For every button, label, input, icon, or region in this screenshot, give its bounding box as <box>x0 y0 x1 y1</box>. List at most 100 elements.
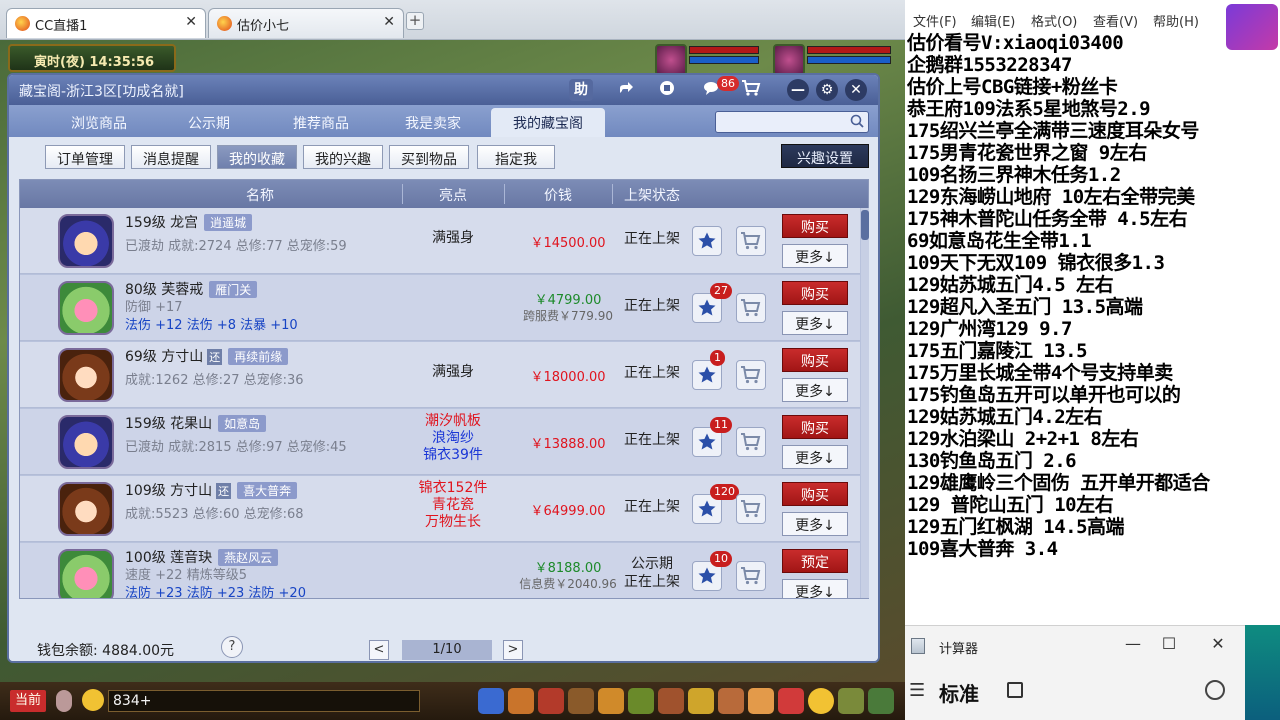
more-button[interactable]: 更多↓ <box>782 311 848 335</box>
tab-my-pavilion[interactable]: 我的藏宝阁 <box>491 108 605 137</box>
more-button[interactable]: 更多↓ <box>782 445 848 469</box>
team-icon[interactable] <box>628 688 654 714</box>
minimize-icon[interactable]: — <box>1123 634 1143 653</box>
emoji-icon[interactable] <box>82 689 104 711</box>
tab-designated-me[interactable]: 指定我 <box>477 145 555 169</box>
help-button[interactable]: 助 <box>569 79 593 101</box>
buy-button[interactable]: 购买 <box>782 348 848 372</box>
help-question-icon[interactable]: ? <box>221 636 243 658</box>
more-button[interactable]: 更多↓ <box>782 244 848 268</box>
new-tab-button[interactable]: + <box>406 12 424 30</box>
buy-button[interactable]: 购买 <box>782 415 848 439</box>
prev-page-button[interactable]: < <box>369 640 389 660</box>
search-input[interactable] <box>716 112 844 132</box>
menu-file[interactable]: 文件(F) <box>913 11 957 30</box>
equipment-icon[interactable] <box>538 688 564 714</box>
mount-icon[interactable] <box>478 688 504 714</box>
item-stats: 已渡劫 成就:2815 总修:97 总宠修:45 <box>125 440 347 455</box>
friends-icon[interactable] <box>688 688 714 714</box>
trade-icon[interactable] <box>718 688 744 714</box>
character-avatar[interactable] <box>58 214 114 268</box>
menu-edit[interactable]: 编辑(E) <box>971 11 1015 30</box>
tab-message-reminder[interactable]: 消息提醒 <box>131 145 211 169</box>
stop-icon[interactable] <box>655 79 679 101</box>
pet-avatar[interactable] <box>655 44 687 76</box>
tab-purchased[interactable]: 买到物品 <box>389 145 469 169</box>
sub-tabs: 订单管理 消息提醒 我的收藏 我的兴趣 买到物品 指定我 兴趣设置 <box>9 137 878 177</box>
browser-tab-appraisal[interactable]: 估价小七 ✕ <box>208 8 404 38</box>
reserve-button[interactable]: 预定 <box>782 549 848 573</box>
tab-order-management[interactable]: 订单管理 <box>45 145 125 169</box>
tab-public-period[interactable]: 公示期 <box>159 108 259 137</box>
settings-gear-icon[interactable]: ⚙ <box>816 79 838 101</box>
minimize-icon[interactable]: — <box>787 79 809 101</box>
activity-icon[interactable] <box>778 688 804 714</box>
table-row[interactable]: 159级 龙宫 逍遥城 已渡劫 成就:2724 总修:77 总宠修:59 满强身 … <box>20 208 860 274</box>
close-icon[interactable]: ✕ <box>845 79 867 101</box>
history-icon[interactable] <box>1205 680 1225 700</box>
microphone-icon[interactable] <box>56 690 72 712</box>
table-row[interactable]: 69级 方寸山还再续前缘 成就:1262 总修:27 总宠修:36 满强身 ￥1… <box>20 342 860 408</box>
table-row[interactable]: 109级 方寸山还喜大普奔 成就:5523 总修:60 总宠修:68 锦衣152… <box>20 476 860 542</box>
character-avatar[interactable] <box>58 482 114 536</box>
menu-view[interactable]: 查看(V) <box>1093 11 1138 30</box>
system-icon[interactable] <box>838 688 864 714</box>
menu-help[interactable]: 帮助(H) <box>1153 11 1199 30</box>
hamburger-menu-icon[interactable]: ☰ <box>909 680 925 701</box>
add-to-cart-icon[interactable] <box>736 226 766 256</box>
add-to-cart-icon[interactable] <box>736 360 766 390</box>
tab-my-interests[interactable]: 我的兴趣 <box>303 145 383 169</box>
buy-button[interactable]: 购买 <box>782 281 848 305</box>
notepad-text-area[interactable]: 估价看号V:xiaoqi03400 企鹅群1553228347 估价上号CBG链… <box>907 32 1279 560</box>
share-icon[interactable] <box>614 79 638 101</box>
close-tab-icon[interactable]: ✕ <box>383 14 395 30</box>
menu-format[interactable]: 格式(O) <box>1031 11 1077 30</box>
guild-icon[interactable] <box>658 688 684 714</box>
buy-button[interactable]: 购买 <box>782 482 848 506</box>
bag-icon[interactable] <box>508 688 534 714</box>
more-button[interactable]: 更多↓ <box>782 512 848 536</box>
player-avatar[interactable] <box>773 44 805 76</box>
task-icon[interactable] <box>598 688 624 714</box>
highlight-line: 锦衣152件 <box>418 480 488 496</box>
gift-icon[interactable] <box>748 688 774 714</box>
cart-icon[interactable] <box>739 79 763 101</box>
table-row[interactable]: 100级 莲音玦 燕赵风云 速度 +22 精炼等级5 法防 +23 法防 +23 … <box>20 543 860 598</box>
character-avatar[interactable] <box>58 348 114 402</box>
character-avatar[interactable] <box>58 415 114 469</box>
pet-icon[interactable] <box>568 688 594 714</box>
window-titlebar[interactable]: 藏宝阁-浙江3区[功成名就] 助 86 — ⚙ ✕ <box>9 75 878 105</box>
close-tab-icon[interactable]: ✕ <box>185 14 197 30</box>
table-row[interactable]: 159级 花果山 如意岛 已渡劫 成就:2815 总修:97 总宠修:45 潮汐帆… <box>20 409 860 475</box>
add-to-cart-icon[interactable] <box>736 494 766 524</box>
favorite-star-icon[interactable] <box>692 226 722 256</box>
next-page-button[interactable]: > <box>503 640 523 660</box>
smile-icon[interactable] <box>808 688 834 714</box>
maximize-icon[interactable]: ☐ <box>1159 634 1179 653</box>
add-to-cart-icon[interactable] <box>736 561 766 591</box>
add-to-cart-icon[interactable] <box>736 293 766 323</box>
keep-on-top-icon[interactable] <box>1007 682 1023 698</box>
item-image[interactable] <box>58 549 114 598</box>
interest-settings-button[interactable]: 兴趣设置 <box>781 144 869 168</box>
tab-my-favorites[interactable]: 我的收藏 <box>217 145 297 169</box>
more-button[interactable]: 更多↓ <box>782 579 848 598</box>
scrollbar-track[interactable] <box>861 208 869 598</box>
menu-icon[interactable] <box>868 688 894 714</box>
tab-recommended[interactable]: 推荐商品 <box>271 108 371 137</box>
table-row[interactable]: 80级 芙蓉戒 雁门关 防御 +17 法伤 +12 法伤 +8 法暴 +10 ￥4… <box>20 275 860 341</box>
item-image[interactable] <box>58 281 114 335</box>
tab-seller[interactable]: 我是卖家 <box>383 108 483 137</box>
more-button[interactable]: 更多↓ <box>782 378 848 402</box>
add-to-cart-icon[interactable] <box>736 427 766 457</box>
search-icon[interactable] <box>850 114 864 128</box>
close-icon[interactable]: ✕ <box>1208 634 1228 653</box>
item-name: 109级 方寸山还喜大普奔 <box>125 480 298 500</box>
browser-tab-cc-live[interactable]: CC直播1 ✕ <box>6 8 206 38</box>
calculator-window: 计算器 — ☐ ✕ ☰ 标准 <box>905 625 1245 720</box>
chat-input[interactable] <box>108 690 420 712</box>
tab-browse[interactable]: 浏览商品 <box>49 108 149 137</box>
buy-button[interactable]: 购买 <box>782 214 848 238</box>
scrollbar-thumb[interactable] <box>861 210 869 240</box>
chat-channel-button[interactable]: 当前 <box>10 690 46 712</box>
